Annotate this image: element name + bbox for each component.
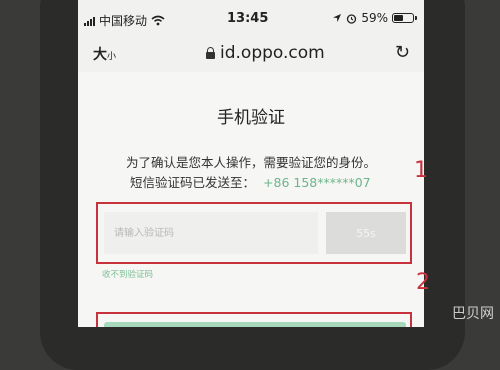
resend-code-button[interactable]: 55s — [326, 212, 406, 254]
annotation-number-1: 1 — [414, 158, 428, 183]
page-content: 手机验证 为了确认是您本人操作，需要验证您的身份。 短信验证码已发送至： +86 … — [78, 72, 424, 327]
battery-fill — [394, 15, 404, 21]
phone-screen: 中国移动 13:45 59% 大小 id.oppo.com ↻ 手机验证 为了确… — [78, 0, 424, 327]
text-size-large-label: 大 — [93, 47, 107, 63]
browser-address-bar: 大小 id.oppo.com ↻ — [78, 34, 424, 73]
status-right: 59% — [332, 11, 417, 25]
alarm-icon — [347, 13, 357, 24]
status-time: 13:45 — [227, 11, 269, 26]
annotation-box-1: 55s — [96, 202, 412, 264]
sms-sent-label: 短信验证码已发送至： — [130, 175, 256, 190]
battery-icon — [392, 13, 417, 23]
text-size-small-label: 小 — [107, 52, 117, 62]
location-arrow-icon — [333, 14, 342, 22]
confirm-button[interactable] — [104, 322, 406, 327]
text-size-button[interactable]: 大小 — [93, 44, 116, 64]
verification-description: 为了确认是您本人操作，需要验证您的身份。 — [125, 155, 376, 170]
carrier-label: 中国移动 — [99, 14, 148, 28]
status-bar: 中国移动 13:45 59% — [78, 0, 424, 34]
verification-code-input[interactable] — [104, 212, 318, 254]
battery-percent: 59% — [361, 11, 388, 25]
lock-icon — [206, 47, 215, 59]
annotation-number-2: 2 — [416, 270, 430, 295]
masked-phone-number: +86 158******07 — [263, 175, 371, 190]
url-text: id.oppo.com — [220, 43, 325, 63]
page-title: 手机验证 — [217, 108, 285, 128]
sms-sent-notice: 短信验证码已发送至： +86 158******07 — [130, 172, 371, 191]
watermark-text: 巴贝网 — [452, 306, 494, 322]
annotation-box-2 — [96, 312, 412, 327]
signal-icon — [84, 16, 95, 26]
status-left: 中国移动 — [84, 12, 165, 29]
url-field[interactable]: id.oppo.com — [206, 43, 325, 63]
reload-icon[interactable]: ↻ — [395, 42, 410, 63]
wifi-icon — [151, 15, 165, 26]
no-code-link[interactable]: 收不到验证码 — [102, 268, 153, 280]
